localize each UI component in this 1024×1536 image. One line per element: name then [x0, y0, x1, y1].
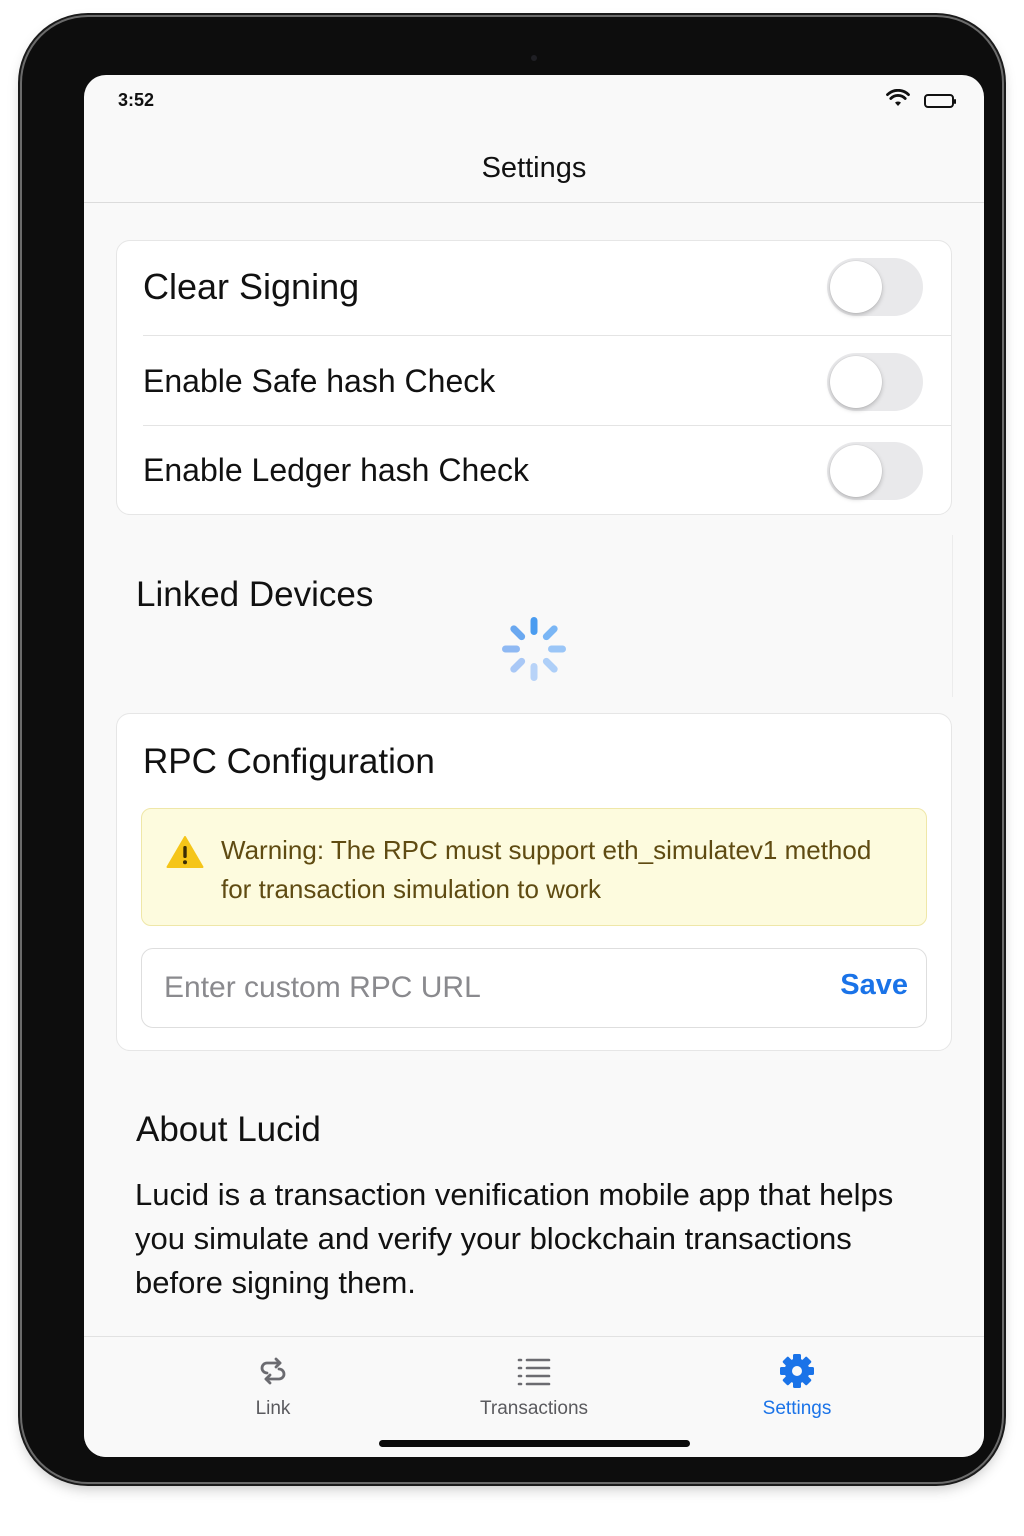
wifi-icon [886, 88, 910, 112]
save-button[interactable]: Save [840, 969, 908, 1002]
status-time: 3:52 [118, 90, 155, 110]
tab-transactions[interactable]: Transactions [444, 1353, 624, 1420]
warning-triangle-icon [166, 835, 204, 874]
ledger-hash-row: Enable Ledger hash Check [143, 425, 951, 515]
list-icon [517, 1353, 551, 1389]
rpc-warning-text: Warning: The RPC must support eth_simula… [221, 835, 872, 904]
tab-settings-label: Settings [762, 1398, 832, 1419]
section-divider [952, 535, 953, 697]
rpc-url-field: Save [141, 948, 927, 1028]
clear-signing-row: Clear Signing [143, 241, 951, 333]
page-title: Settings [481, 152, 587, 184]
home-indicator [379, 1440, 690, 1447]
front-camera [531, 55, 537, 61]
tab-bar: Link Transactions Settings [84, 1336, 984, 1457]
toggle-knob [830, 444, 882, 497]
tab-link-label: Link [255, 1398, 291, 1419]
rpc-url-input[interactable] [164, 949, 804, 1027]
toggle-knob [830, 261, 882, 313]
link-arrows-icon [256, 1353, 290, 1389]
rpc-configuration-title: RPC Configuration [143, 742, 435, 781]
safe-hash-toggle[interactable] [827, 352, 923, 411]
signing-settings-card: Clear Signing Enable Safe hash Check Ena… [116, 240, 952, 515]
about-heading: About Lucid [136, 1110, 321, 1149]
linked-devices-heading: Linked Devices [136, 575, 374, 614]
ledger-hash-toggle[interactable] [827, 441, 923, 500]
gear-icon [779, 1353, 815, 1389]
navigation-bar: Settings [84, 135, 984, 203]
clear-signing-label: Clear Signing [143, 266, 360, 307]
status-icons [886, 88, 956, 112]
tab-settings[interactable]: Settings [707, 1353, 887, 1420]
ledger-hash-label: Enable Ledger hash Check [143, 452, 530, 488]
tablet-frame: 3:52 Settings Clear Signing Enable Safe [22, 17, 1002, 1482]
about-text: Lucid is a transaction venification mobi… [135, 1177, 894, 1300]
rpc-configuration-card: RPC Configuration Warning: The RPC must … [116, 713, 952, 1051]
safe-hash-label: Enable Safe hash Check [143, 363, 496, 399]
app-screen: 3:52 Settings Clear Signing Enable Safe [84, 75, 984, 1457]
spinner-icon [501, 616, 567, 682]
tab-link[interactable]: Link [183, 1353, 363, 1420]
tab-transactions-label: Transactions [479, 1398, 589, 1419]
clear-signing-toggle[interactable] [827, 258, 923, 316]
rpc-warning-banner: Warning: The RPC must support eth_simula… [141, 808, 927, 926]
battery-full-icon [924, 93, 956, 108]
safe-hash-row: Enable Safe hash Check [143, 335, 951, 427]
toggle-knob [830, 355, 882, 408]
